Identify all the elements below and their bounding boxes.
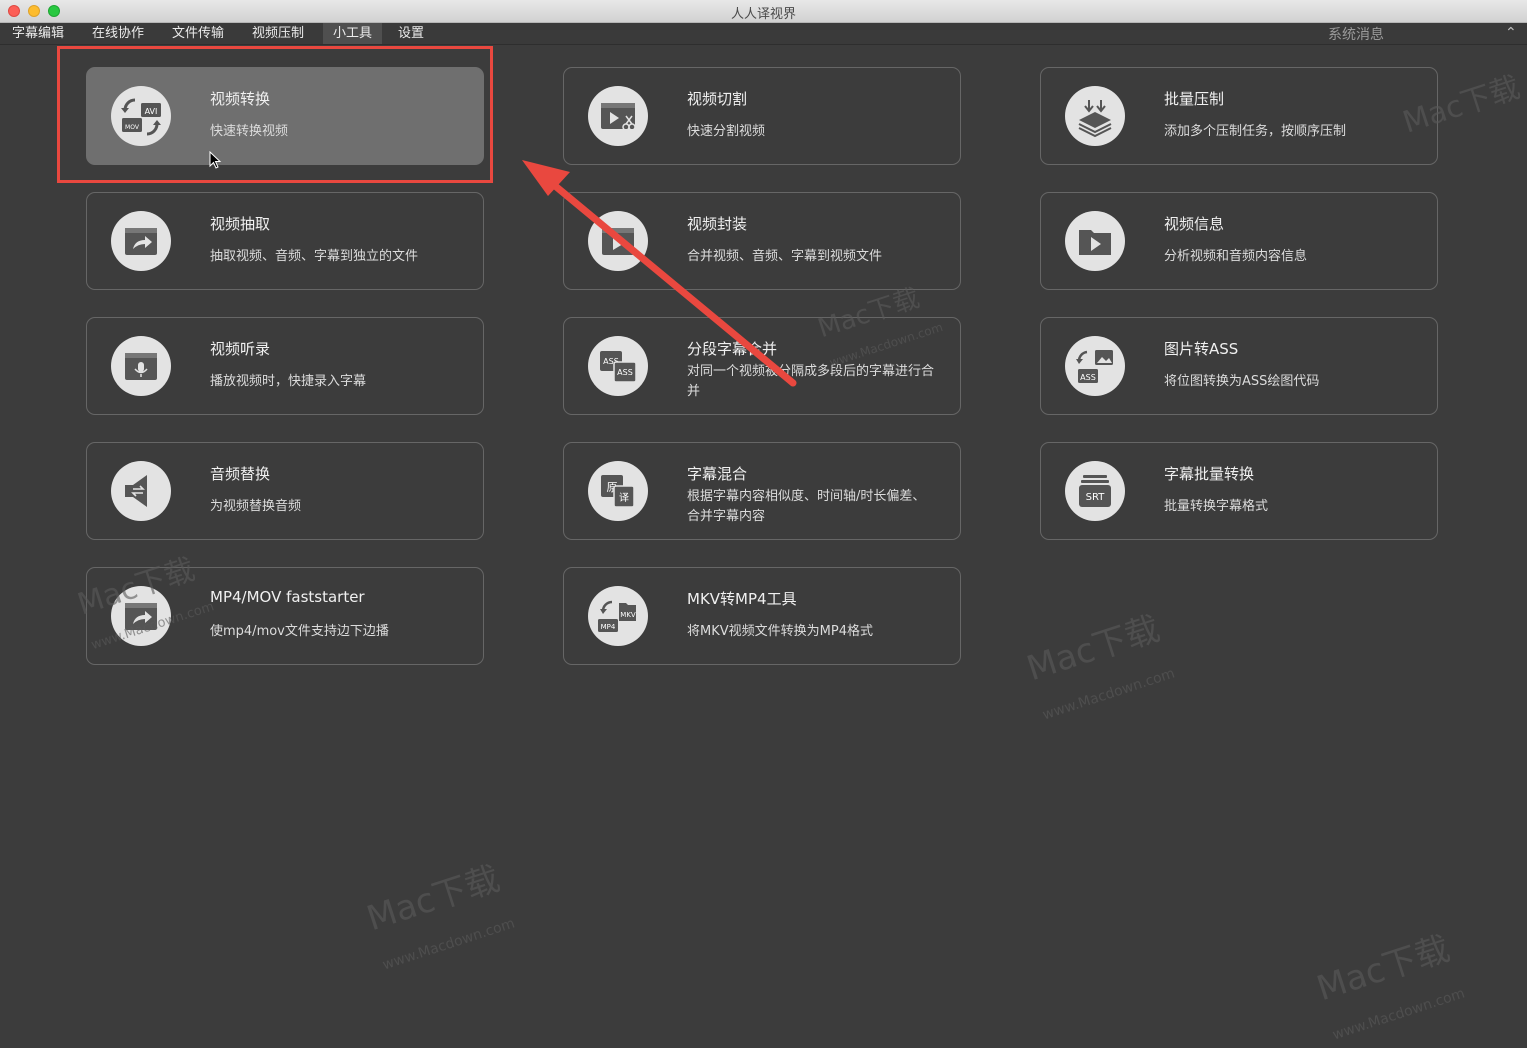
tool-desc: 分析视频和音频内容信息 (1164, 249, 1308, 264)
menu-online-collab[interactable]: 在线协作 (86, 23, 150, 44)
mouse-cursor-icon (209, 151, 222, 169)
tool-title: MP4/MOV faststarter (210, 588, 365, 606)
tool-card-audio-replace[interactable]: 音频替换 为视频替换音频 (86, 442, 484, 540)
subtitle-batch-convert-icon: SRT (1065, 461, 1125, 521)
video-mux-icon (588, 211, 648, 271)
subtitle-mix-icon: 原 译 (588, 461, 648, 521)
tool-card-video-cut[interactable]: 视频切割 快速分割视频 (563, 67, 961, 165)
menu-tools[interactable]: 小工具 (323, 23, 383, 44)
srt-label: SRT (1086, 492, 1106, 503)
yi-label: 译 (619, 492, 629, 504)
tool-card-video-extract[interactable]: 视频抽取 抽取视频、音频、字幕到独立的文件 (86, 192, 484, 290)
image-to-ass-icon: ASS (1065, 336, 1125, 396)
menu-subtitle-edit[interactable]: 字幕编辑 (6, 23, 70, 44)
batch-compress-icon (1065, 86, 1125, 146)
tool-desc: 对同一个视频被分隔成多段后的字幕进行合并 (687, 364, 935, 399)
mkv-label: MKV (620, 611, 636, 619)
watermark: Mac下载 www.Macdown.com (1022, 608, 1177, 724)
mp4-label: MP4 (601, 623, 616, 631)
tool-desc: 批量转换字幕格式 (1164, 499, 1269, 514)
tool-desc: 合并视频、音频、字幕到视频文件 (687, 249, 883, 264)
menu-settings[interactable]: 设置 (392, 23, 430, 44)
tool-desc: 根据字幕内容相似度、时间轴/时长偏差、合并字幕内容 (687, 489, 926, 524)
menu-file-transfer[interactable]: 文件传输 (166, 23, 230, 44)
tool-card-video-dictation[interactable]: 视频听录 播放视频时，快捷录入字幕 (86, 317, 484, 415)
tool-title: 图片转ASS (1164, 340, 1239, 358)
tool-desc: 播放视频时，快捷录入字幕 (210, 374, 367, 389)
tool-title: MKV转MP4工具 (687, 590, 797, 608)
tool-title: 音频替换 (210, 465, 271, 483)
subtitle-merge-icon: ASS ASS (588, 336, 648, 396)
menu-bar: 字幕编辑 在线协作 文件传输 视频压制 小工具 设置 (0, 23, 1527, 45)
tool-desc: 将MKV视频文件转换为MP4格式 (687, 624, 873, 639)
chevron-up-icon[interactable]: ⌃ (1505, 25, 1517, 41)
video-dictation-icon (111, 336, 171, 396)
watermark: Mac下载 www.Macdown.com (1312, 928, 1467, 1044)
annotation-highlight-box (57, 46, 493, 183)
watermark: Mac下载 www.Macdown.com (362, 858, 517, 974)
tool-title: 分段字幕合并 (687, 340, 778, 358)
tool-desc: 将位图转换为ASS绘图代码 (1164, 374, 1320, 389)
video-extract-icon (111, 211, 171, 271)
ass-label: ASS (1080, 373, 1096, 382)
tool-desc: 抽取视频、音频、字幕到独立的文件 (210, 249, 419, 264)
tool-title: 视频切割 (687, 90, 748, 108)
tool-desc: 使mp4/mov文件支持边下边播 (210, 624, 389, 639)
tool-card-video-mux[interactable]: 视频封装 合并视频、音频、字幕到视频文件 (563, 192, 961, 290)
tool-card-subtitle-mix[interactable]: 原 译 字幕混合 根据字幕内容相似度、时间轴/时长偏差、合并字幕内容 (563, 442, 961, 540)
tool-title: 视频信息 (1164, 215, 1225, 233)
tool-title: 批量压制 (1164, 90, 1225, 108)
tool-title: 视频抽取 (210, 215, 271, 233)
tool-card-image-to-ass[interactable]: ASS 图片转ASS 将位图转换为ASS绘图代码 (1040, 317, 1438, 415)
video-info-icon (1065, 211, 1125, 271)
title-bar: 人人译视界 (0, 0, 1527, 23)
mkv-to-mp4-icon: MKV MP4 (588, 586, 648, 646)
system-message-link[interactable]: 系统消息 (1328, 24, 1384, 44)
window-title: 人人译视界 (730, 7, 796, 22)
tool-title: 字幕批量转换 (1164, 465, 1255, 483)
audio-replace-icon (111, 461, 171, 521)
tool-card-mkv-to-mp4[interactable]: MKV MP4 MKV转MP4工具 将MKV视频文件转换为MP4格式 (563, 567, 961, 665)
video-cut-icon (588, 86, 648, 146)
menu-video-compress[interactable]: 视频压制 (246, 23, 310, 44)
tool-card-subtitle-batch-convert[interactable]: SRT 字幕批量转换 批量转换字幕格式 (1040, 442, 1438, 540)
tool-desc: 添加多个压制任务，按顺序压制 (1164, 124, 1347, 139)
tool-title: 字幕混合 (687, 465, 748, 483)
tool-title: 视频封装 (687, 215, 748, 233)
tool-card-video-info[interactable]: 视频信息 分析视频和音频内容信息 (1040, 192, 1438, 290)
tool-desc: 快速分割视频 (687, 124, 766, 139)
tool-card-batch-compress[interactable]: 批量压制 添加多个压制任务，按顺序压制 (1040, 67, 1438, 165)
tool-title: 视频听录 (210, 340, 271, 358)
ass-label: ASS (617, 368, 633, 377)
tool-desc: 为视频替换音频 (210, 499, 302, 514)
